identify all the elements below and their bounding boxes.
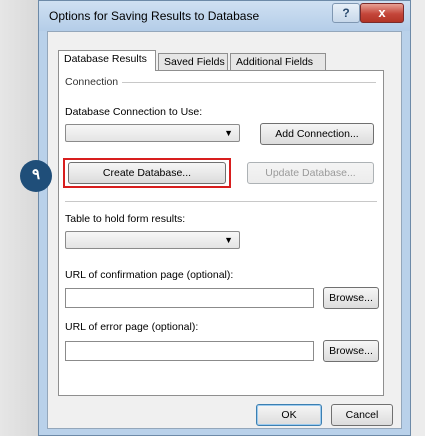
cancel-button[interactable]: Cancel bbox=[331, 404, 393, 426]
database-results-panel: Connection Database Connection to Use: ▼… bbox=[58, 70, 384, 396]
dialog-client-area: Database Results Saved Fields Additional… bbox=[47, 31, 402, 429]
table-label: Table to hold form results: bbox=[65, 213, 186, 225]
error-url-input[interactable] bbox=[65, 341, 314, 361]
add-connection-button[interactable]: Add Connection... bbox=[260, 123, 374, 145]
title-bar: Options for Saving Results to Database ?… bbox=[39, 1, 410, 31]
update-database-button[interactable]: Update Database... bbox=[247, 162, 374, 184]
options-dialog: Options for Saving Results to Database ?… bbox=[38, 0, 411, 436]
close-button[interactable]: x bbox=[360, 3, 404, 23]
create-database-button[interactable]: Create Database... bbox=[68, 162, 226, 184]
ok-button[interactable]: OK bbox=[256, 404, 322, 426]
db-connection-select[interactable]: ▼ bbox=[65, 124, 240, 142]
error-url-label: URL of error page (optional): bbox=[65, 321, 199, 333]
dialog-title: Options for Saving Results to Database bbox=[49, 9, 260, 23]
results-table-select[interactable]: ▼ bbox=[65, 231, 240, 249]
tab-database-results[interactable]: Database Results bbox=[58, 50, 156, 71]
confirmation-url-input[interactable] bbox=[65, 288, 314, 308]
confirmation-browse-button[interactable]: Browse... bbox=[323, 287, 379, 309]
help-button[interactable]: ? bbox=[332, 3, 360, 23]
divider bbox=[65, 201, 377, 202]
question-icon: ? bbox=[342, 6, 350, 20]
tab-saved-fields[interactable]: Saved Fields bbox=[158, 53, 228, 70]
step-number-badge: ٩ bbox=[20, 160, 52, 192]
error-browse-button[interactable]: Browse... bbox=[323, 340, 379, 362]
chevron-down-icon: ▼ bbox=[224, 235, 233, 245]
background-strip bbox=[0, 0, 38, 436]
chevron-down-icon: ▼ bbox=[224, 128, 233, 138]
tab-additional-fields[interactable]: Additional Fields bbox=[230, 53, 326, 70]
close-icon: x bbox=[378, 5, 386, 20]
connection-section-label: Connection bbox=[65, 76, 123, 88]
section-divider bbox=[121, 82, 376, 83]
db-connection-label: Database Connection to Use: bbox=[65, 106, 203, 118]
confirmation-url-label: URL of confirmation page (optional): bbox=[65, 269, 234, 281]
